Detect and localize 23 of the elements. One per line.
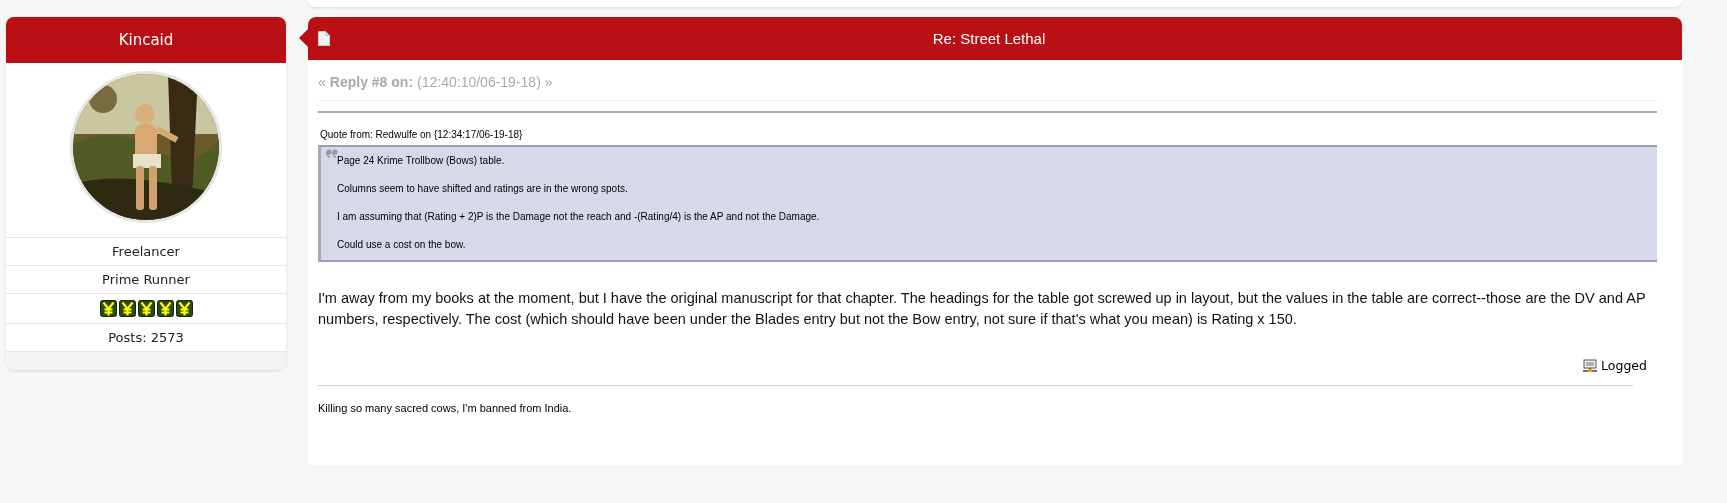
logged-label: Logged: [1601, 358, 1647, 373]
yen-icon: [99, 300, 117, 317]
computer-icon: [1583, 358, 1598, 373]
member-title: Freelancer: [6, 237, 286, 265]
reply-time: (12:40:10/06-19-18): [417, 74, 541, 90]
post-title[interactable]: Re: Street Lethal: [330, 30, 1648, 47]
reply-bracket: »: [544, 74, 553, 90]
yen-icon: [137, 300, 155, 317]
post-body: I'm away from my books at the moment, but I have the original manuscript for that chapter. The headings for the table got screwed up in layout, but the values in the table are correct--those are the DV and AP numbers, respectively. The cost (which should have been under the Blades entry but not the Bow entry, not sure if that's what you mean) is Rating x 150.: [318, 289, 1647, 329]
username[interactable]: Kincaid: [6, 17, 286, 63]
signature: Killing so many sacred cows, I'm banned from India.: [318, 385, 1633, 414]
reply-bracket: «: [318, 74, 326, 90]
quote-paragraph: Page 24 Krime Trollbow (Bows) table.: [337, 155, 506, 166]
quote-paragraph: Could use a cost on the bow.: [337, 239, 467, 250]
quote-paragraph: I am assuming that (Rating + 2)P is the Damage not the reach and -(Rating/4) is the AP and not the Damage.: [337, 211, 821, 222]
yen-icon: [118, 300, 136, 317]
quote-header[interactable]: Quote from: Redwulfe on {12:34:17/06-19-18}: [320, 129, 1657, 140]
member-title: Prime Runner: [6, 265, 286, 293]
quote-mark-icon: [326, 149, 338, 158]
yen-icon: [156, 300, 174, 317]
yen-icon: [175, 300, 193, 317]
document-icon: [318, 31, 330, 46]
quote-paragraph: Columns seem to have shifted and ratings are in the wrong spots.: [337, 183, 629, 194]
